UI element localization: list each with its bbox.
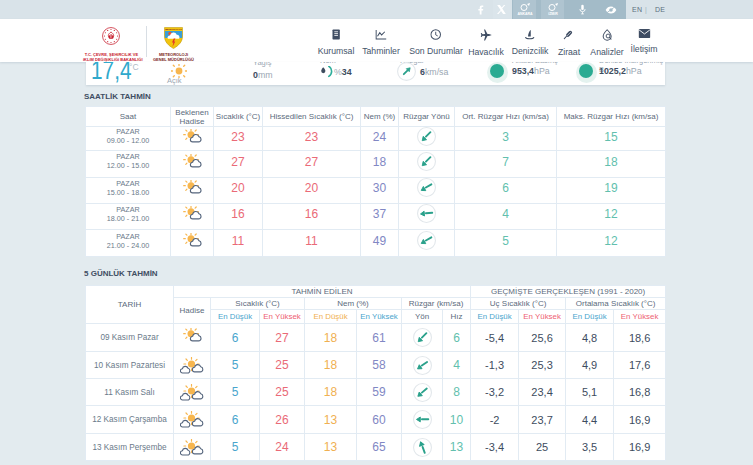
svg-text:METEOROLOJİ: METEOROLOJİ [165,28,182,30]
